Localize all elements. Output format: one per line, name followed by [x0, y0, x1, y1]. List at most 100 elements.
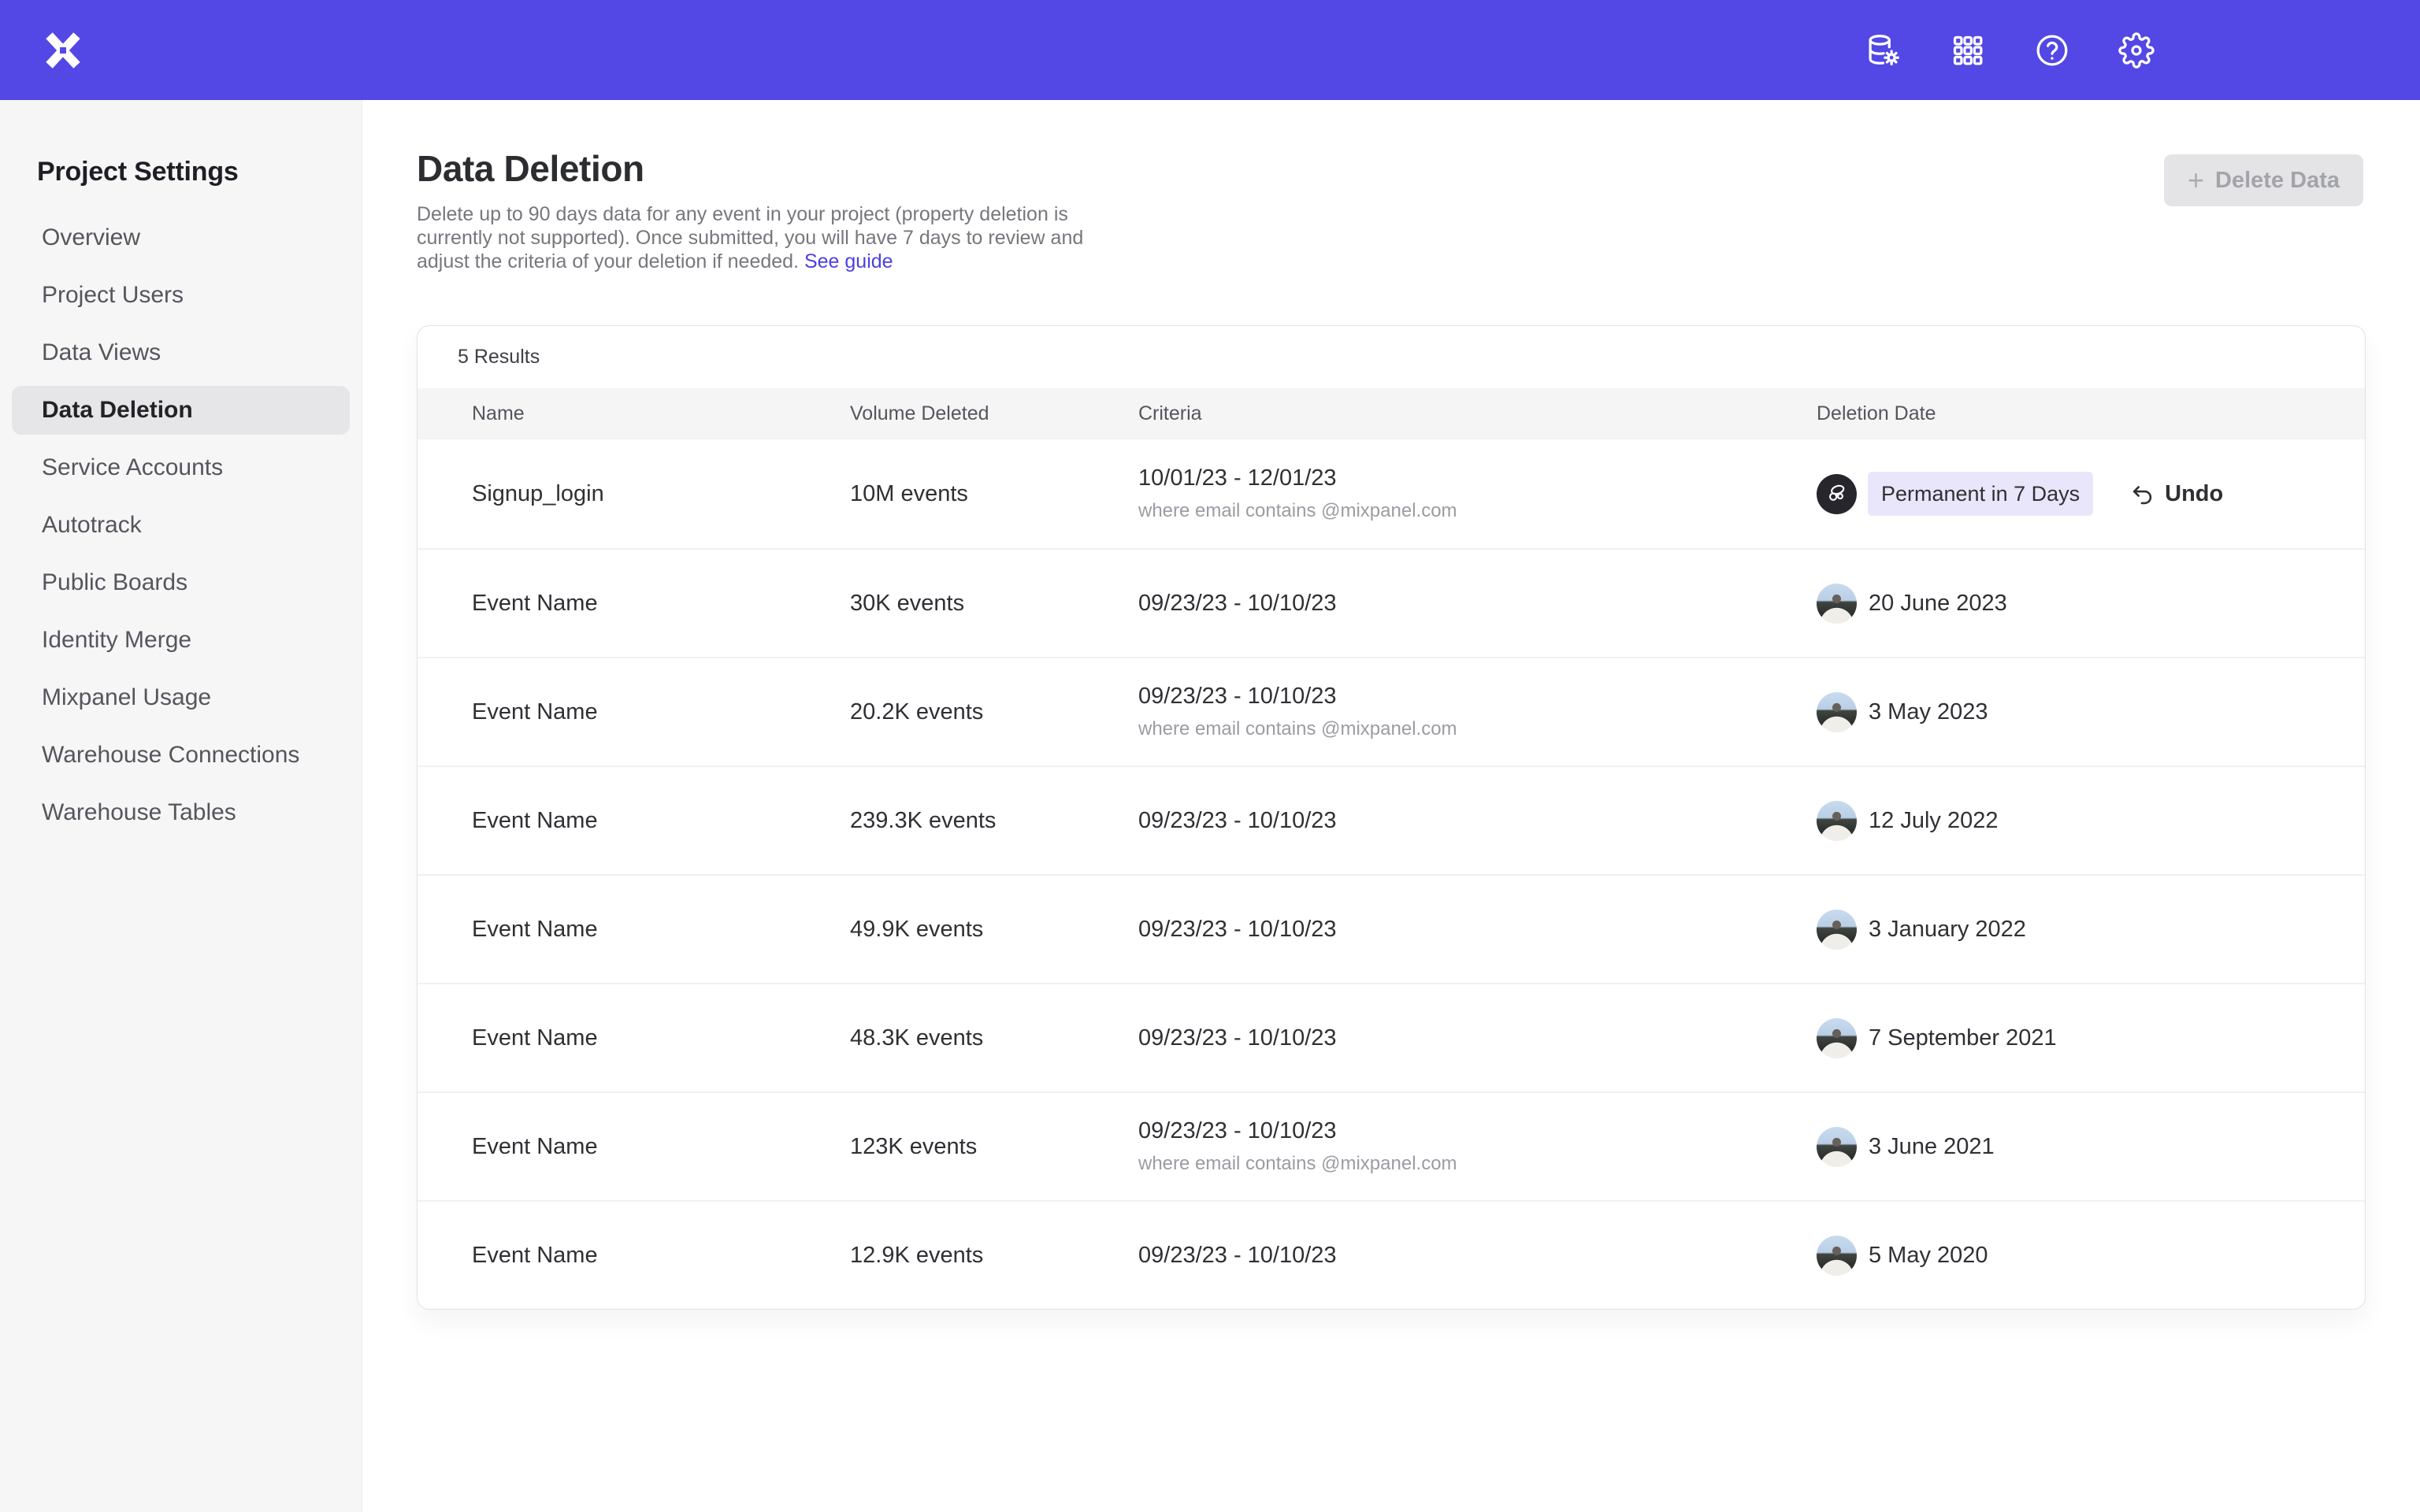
cell-volume: 20.2K events: [850, 699, 1138, 725]
deletion-date-text: 12 July 2022: [1869, 808, 1998, 834]
page-title: Data Deletion: [417, 147, 2420, 190]
deletion-date-text: 3 June 2021: [1869, 1134, 1995, 1160]
cell-volume: 12.9K events: [850, 1243, 1138, 1269]
cell-criteria: 10/01/23 - 12/01/23 where email contains…: [1138, 465, 1817, 522]
cell-name: Event Name: [472, 1134, 850, 1160]
table-header-row: Name Volume Deleted Criteria Deletion Da…: [418, 388, 2365, 439]
sidebar-item-label: Warehouse Connections: [42, 742, 299, 769]
table-row: Event Name 239.3K events 09/23/23 - 10/1…: [418, 765, 2365, 874]
sidebar-item-label: Data Deletion: [42, 397, 193, 424]
sidebar-item-label: Data Views: [42, 339, 161, 366]
sidebar-nav: Overview Project Users Data Views Data D…: [0, 213, 362, 837]
deletion-date-text: 3 January 2022: [1869, 917, 2026, 943]
delete-data-button[interactable]: + Delete Data: [2164, 154, 2363, 206]
user-avatar: [1817, 584, 1857, 624]
table-row: Event Name 12.9K events 09/23/23 - 10/10…: [418, 1200, 2365, 1309]
undo-label: Undo: [2165, 481, 2223, 507]
sidebar-item-warehouse-tables[interactable]: Warehouse Tables: [12, 788, 350, 837]
sidebar-item-label: Public Boards: [42, 569, 187, 596]
page-description-text: Delete up to 90 days data for any event …: [417, 203, 1083, 272]
user-avatar: [1817, 801, 1857, 841]
user-avatar: [1817, 1018, 1857, 1058]
plus-icon: +: [2188, 166, 2204, 195]
cell-name: Event Name: [472, 699, 850, 725]
user-avatar: [1817, 1127, 1857, 1167]
data-settings-icon[interactable]: [1865, 32, 1902, 69]
mixpanel-logo[interactable]: [45, 32, 81, 69]
deletion-date-text: 7 September 2021: [1869, 1025, 2057, 1051]
cell-volume: 10M events: [850, 481, 1138, 507]
cell-deletion-date: 20 June 2023: [1817, 584, 2365, 624]
table-row: Event Name 123K events 09/23/23 - 10/10/…: [418, 1091, 2365, 1200]
cell-criteria: 09/23/23 - 10/10/23: [1138, 1243, 1817, 1269]
sidebar-item-service-accounts[interactable]: Service Accounts: [12, 443, 350, 492]
see-guide-link[interactable]: See guide: [804, 250, 893, 272]
sidebar-item-warehouse-connections[interactable]: Warehouse Connections: [12, 731, 350, 780]
cell-deletion-date: 3 May 2023: [1817, 692, 2365, 732]
topbar: [0, 0, 2420, 100]
main-content: Data Deletion Delete up to 90 days data …: [362, 100, 2420, 1512]
undo-button[interactable]: Undo: [2129, 481, 2223, 507]
cell-volume: 49.9K events: [850, 917, 1138, 943]
table-body: Signup_login 10M events 10/01/23 - 12/01…: [418, 439, 2365, 1309]
deletion-table-card: 5 Results Name Volume Deleted Criteria D…: [417, 325, 2366, 1310]
sidebar: Project Settings Overview Project Users …: [0, 100, 362, 1512]
cell-name: Event Name: [472, 917, 850, 943]
cell-deletion-date: 3 June 2021: [1817, 1127, 2365, 1167]
sidebar-item-label: Identity Merge: [42, 627, 191, 654]
sidebar-item-label: Service Accounts: [42, 454, 223, 481]
cell-volume: 123K events: [850, 1134, 1138, 1160]
sidebar-item-label: Project Users: [42, 282, 184, 309]
sidebar-item-label: Autotrack: [42, 512, 142, 539]
sidebar-item-data-views[interactable]: Data Views: [12, 328, 350, 377]
cell-criteria: 09/23/23 - 10/10/23 where email contains…: [1138, 684, 1817, 740]
criteria-subtext: where email contains @mixpanel.com: [1138, 718, 1817, 740]
cell-name: Event Name: [472, 808, 850, 834]
settings-icon[interactable]: [2118, 32, 2155, 69]
cell-name: Event Name: [472, 1025, 850, 1051]
cell-deletion-date: 3 January 2022: [1817, 910, 2365, 950]
results-count: 5 Results: [458, 346, 540, 369]
sidebar-item-label: Warehouse Tables: [42, 799, 236, 826]
sidebar-item-identity-merge[interactable]: Identity Merge: [12, 616, 350, 665]
cell-name: Signup_login: [472, 481, 850, 507]
cell-volume: 48.3K events: [850, 1025, 1138, 1051]
deletion-date-text: 5 May 2020: [1869, 1243, 1988, 1269]
topbar-icons: [1865, 32, 2155, 69]
criteria-subtext: where email contains @mixpanel.com: [1138, 500, 1817, 522]
sidebar-item-public-boards[interactable]: Public Boards: [12, 558, 350, 607]
table-row: Event Name 48.3K events 09/23/23 - 10/10…: [418, 983, 2365, 1091]
cell-criteria: 09/23/23 - 10/10/23: [1138, 917, 1817, 943]
cell-volume: 30K events: [850, 591, 1138, 617]
column-header-deletion-date: Deletion Date: [1817, 402, 2365, 425]
cell-volume: 239.3K events: [850, 808, 1138, 834]
apps-grid-icon[interactable]: [1950, 32, 1986, 69]
cell-deletion-date: Permanent in 7 Days Undo: [1817, 472, 2365, 516]
page-header: Data Deletion Delete up to 90 days data …: [362, 100, 2420, 273]
page-description: Delete up to 90 days data for any event …: [417, 202, 1102, 273]
table-row: Signup_login 10M events 10/01/23 - 12/01…: [418, 439, 2365, 548]
sidebar-item-data-deletion[interactable]: Data Deletion: [12, 386, 350, 435]
column-header-volume: Volume Deleted: [850, 402, 1138, 425]
status-badge: Permanent in 7 Days: [1868, 472, 2093, 516]
sidebar-item-overview[interactable]: Overview: [12, 213, 350, 262]
user-avatar: [1817, 910, 1857, 950]
table-row: Event Name 20.2K events 09/23/23 - 10/10…: [418, 657, 2365, 765]
cell-deletion-date: 7 September 2021: [1817, 1018, 2365, 1058]
sidebar-item-mixpanel-usage[interactable]: Mixpanel Usage: [12, 673, 350, 722]
help-icon[interactable]: [2034, 32, 2070, 69]
table-row: Event Name 49.9K events 09/23/23 - 10/10…: [418, 874, 2365, 983]
results-bar: 5 Results: [418, 326, 2365, 388]
cell-criteria: 09/23/23 - 10/10/23: [1138, 591, 1817, 617]
criteria-subtext: where email contains @mixpanel.com: [1138, 1153, 1817, 1175]
deletion-date-text: 3 May 2023: [1869, 699, 1988, 725]
sidebar-item-project-users[interactable]: Project Users: [12, 271, 350, 320]
sidebar-heading: Project Settings: [37, 155, 362, 188]
user-avatar: [1817, 692, 1857, 732]
deletion-date-text: 20 June 2023: [1869, 591, 2007, 617]
sidebar-item-label: Overview: [42, 224, 140, 251]
cell-name: Event Name: [472, 591, 850, 617]
delete-data-label: Delete Data: [2215, 168, 2340, 194]
sidebar-item-autotrack[interactable]: Autotrack: [12, 501, 350, 550]
column-header-name: Name: [472, 402, 850, 425]
